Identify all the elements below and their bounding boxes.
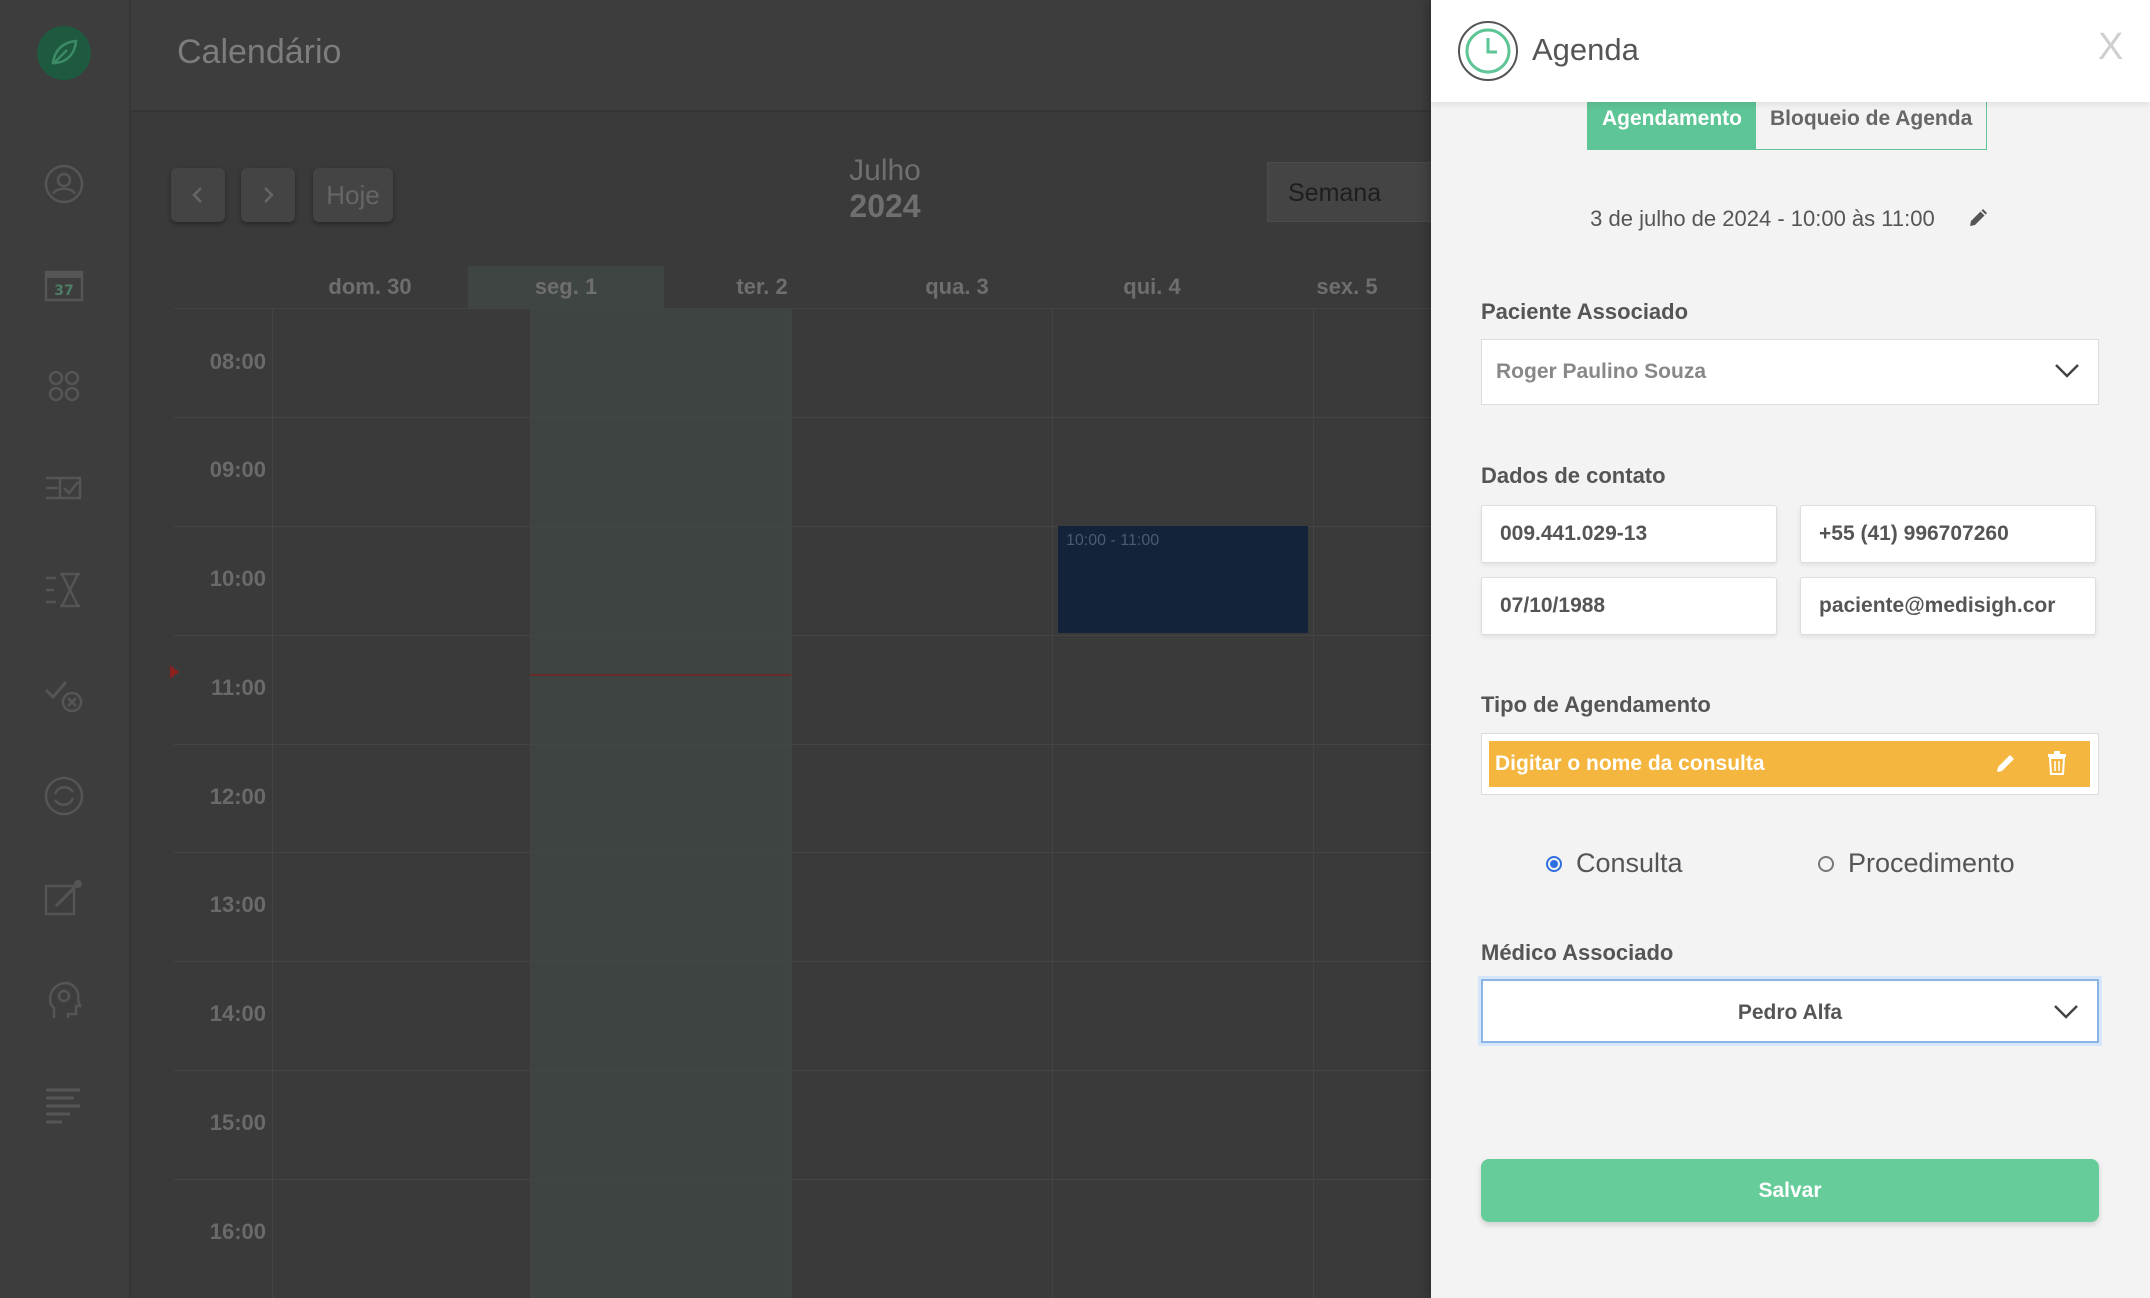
svg-text:37: 37 <box>54 283 73 299</box>
prev-button[interactable] <box>171 168 225 222</box>
hour-line <box>174 852 1434 853</box>
calendar-icon[interactable]: 37 <box>40 262 88 310</box>
chevron-down-icon <box>2054 1005 2078 1019</box>
page-title: Calendário <box>177 33 342 71</box>
refresh-icon[interactable] <box>40 772 88 820</box>
contact-label: Dados de contato <box>1481 463 1666 488</box>
doctor-select[interactable]: Pedro Alfa <box>1481 979 2099 1043</box>
day-header: sex. 5 <box>1316 274 1378 299</box>
tab-agendamento[interactable]: Agendamento <box>1588 97 1757 149</box>
birthdate-field[interactable]: 07/10/1988 <box>1481 577 1777 635</box>
day-header: qua. 3 <box>925 274 989 299</box>
hour-line <box>174 417 1434 418</box>
appointment-type-chip[interactable]: Digitar o nome da consulta <box>1489 741 2090 787</box>
time-grid[interactable]: 08:00 09:00 10:00 11:00 12:00 13:00 14:0… <box>170 309 1434 1298</box>
checklist-icon[interactable] <box>40 464 88 512</box>
day-header: dom. 30 <box>328 274 412 299</box>
text-lines-icon[interactable] <box>40 1080 88 1128</box>
time-label: 14:00 <box>209 1001 266 1026</box>
pencil-icon[interactable] <box>1994 751 2018 775</box>
hour-line <box>174 744 1434 745</box>
time-label: 08:00 <box>209 349 266 374</box>
today-column <box>530 309 791 1298</box>
time-label: 16:00 <box>209 1219 266 1244</box>
time-label: 12:00 <box>209 784 266 809</box>
agenda-panel: Agenda X Agendamento Bloqueio de Agenda … <box>1431 0 2150 1298</box>
time-column: 08:00 09:00 10:00 11:00 12:00 13:00 14:0… <box>174 309 273 1298</box>
time-label: 11:00 <box>210 675 266 700</box>
time-label: 13:00 <box>209 892 266 917</box>
hour-line <box>174 635 1434 636</box>
chevron-left-icon <box>192 187 202 203</box>
datetime-text: 3 de julho de 2024 - 10:00 às 11:00 <box>1590 205 1935 231</box>
calendar-event[interactable]: 10:00 - 11:00 <box>1058 526 1308 633</box>
year-label: 2024 <box>849 188 921 224</box>
day-header: ter. 2 <box>736 274 788 299</box>
radio-consulta-label: Consulta <box>1576 848 1683 878</box>
top-bar: Calendário <box>131 0 1431 112</box>
radio-procedimento-indicator[interactable] <box>1818 855 1834 872</box>
radio-procedimento[interactable]: Procedimento <box>1818 848 2015 879</box>
day-line <box>791 309 792 1298</box>
panel-tabs: Agendamento Bloqueio de Agenda <box>1587 96 1988 150</box>
edit-settings-icon[interactable] <box>40 874 88 922</box>
edit-datetime-icon[interactable] <box>1967 205 1991 235</box>
hourglass-list-icon[interactable] <box>40 566 88 614</box>
hour-line <box>174 1179 1434 1180</box>
trash-icon[interactable] <box>2046 750 2068 776</box>
panel-title: Agenda <box>1532 32 1639 67</box>
doctor-value: Pedro Alfa <box>1737 1001 1843 1024</box>
appointment-datetime: 3 de julho de 2024 - 10:00 às 11:00 <box>1431 205 2150 235</box>
month-label: Julho <box>849 154 921 187</box>
email-field[interactable]: paciente@medisigh.cor <box>1800 577 2096 635</box>
sidebar: 37 <box>0 0 131 1298</box>
app-root: 37 Calendário Hoje Julho 2024 Semana dom… <box>0 0 2150 1298</box>
close-button[interactable]: X <box>2098 26 2123 69</box>
phone-field[interactable]: +55 (41) 996707260 <box>1800 505 2096 563</box>
day-header-today: seg. 1 <box>468 266 664 308</box>
next-button[interactable] <box>241 168 295 222</box>
appointment-type-box: Digitar o nome da consulta <box>1481 733 2099 795</box>
type-label: Tipo de Agendamento <box>1481 692 1711 717</box>
doctor-label: Médico Associado <box>1481 940 1674 965</box>
patient-select[interactable]: Roger Paulino Souza <box>1481 339 2099 405</box>
patient-label: Paciente Associado <box>1481 299 1689 324</box>
days-header: dom. 30 seg. 1 ter. 2 qua. 3 qui. 4 sex.… <box>174 266 1434 309</box>
panel-header: Agenda X <box>1431 0 2150 102</box>
time-label: 10:00 <box>209 566 266 591</box>
month-year: Julho 2024 <box>745 154 1025 225</box>
chevron-right-icon <box>264 187 274 203</box>
logo[interactable] <box>37 26 91 80</box>
check-cancel-icon[interactable] <box>40 670 88 718</box>
save-button[interactable]: Salvar <box>1481 1159 2099 1222</box>
current-time-line <box>530 674 791 676</box>
patient-value: Roger Paulino Souza <box>1496 360 1707 383</box>
current-time-marker-icon <box>170 665 179 679</box>
today-button[interactable]: Hoje <box>313 168 393 222</box>
time-label: 15:00 <box>209 1110 266 1135</box>
leaf-logo-icon <box>51 39 78 65</box>
radio-consulta-indicator[interactable] <box>1546 855 1562 872</box>
clock-icon <box>1458 21 1518 81</box>
chevron-down-icon <box>2055 364 2079 378</box>
radio-consulta[interactable]: Consulta <box>1546 848 1683 879</box>
time-label: 09:00 <box>209 457 266 482</box>
appointment-type-value: Digitar o nome da consulta <box>1495 752 1765 775</box>
hour-line <box>174 961 1434 962</box>
radio-procedimento-label: Procedimento <box>1848 848 2015 878</box>
cpf-field[interactable]: 009.441.029-13 <box>1481 505 1777 563</box>
patient-icon[interactable] <box>40 160 88 208</box>
day-line <box>530 309 531 1298</box>
mind-icon[interactable] <box>40 976 88 1024</box>
tab-bloqueio[interactable]: Bloqueio de Agenda <box>1756 97 1987 149</box>
hour-line <box>174 1070 1434 1071</box>
calendar: Hoje Julho 2024 Semana dom. 30 seg. 1 te… <box>155 136 1467 1298</box>
day-header: qui. 4 <box>1123 274 1181 299</box>
day-line <box>1313 309 1314 1298</box>
day-line <box>1052 309 1053 1298</box>
network-icon[interactable] <box>40 362 88 410</box>
